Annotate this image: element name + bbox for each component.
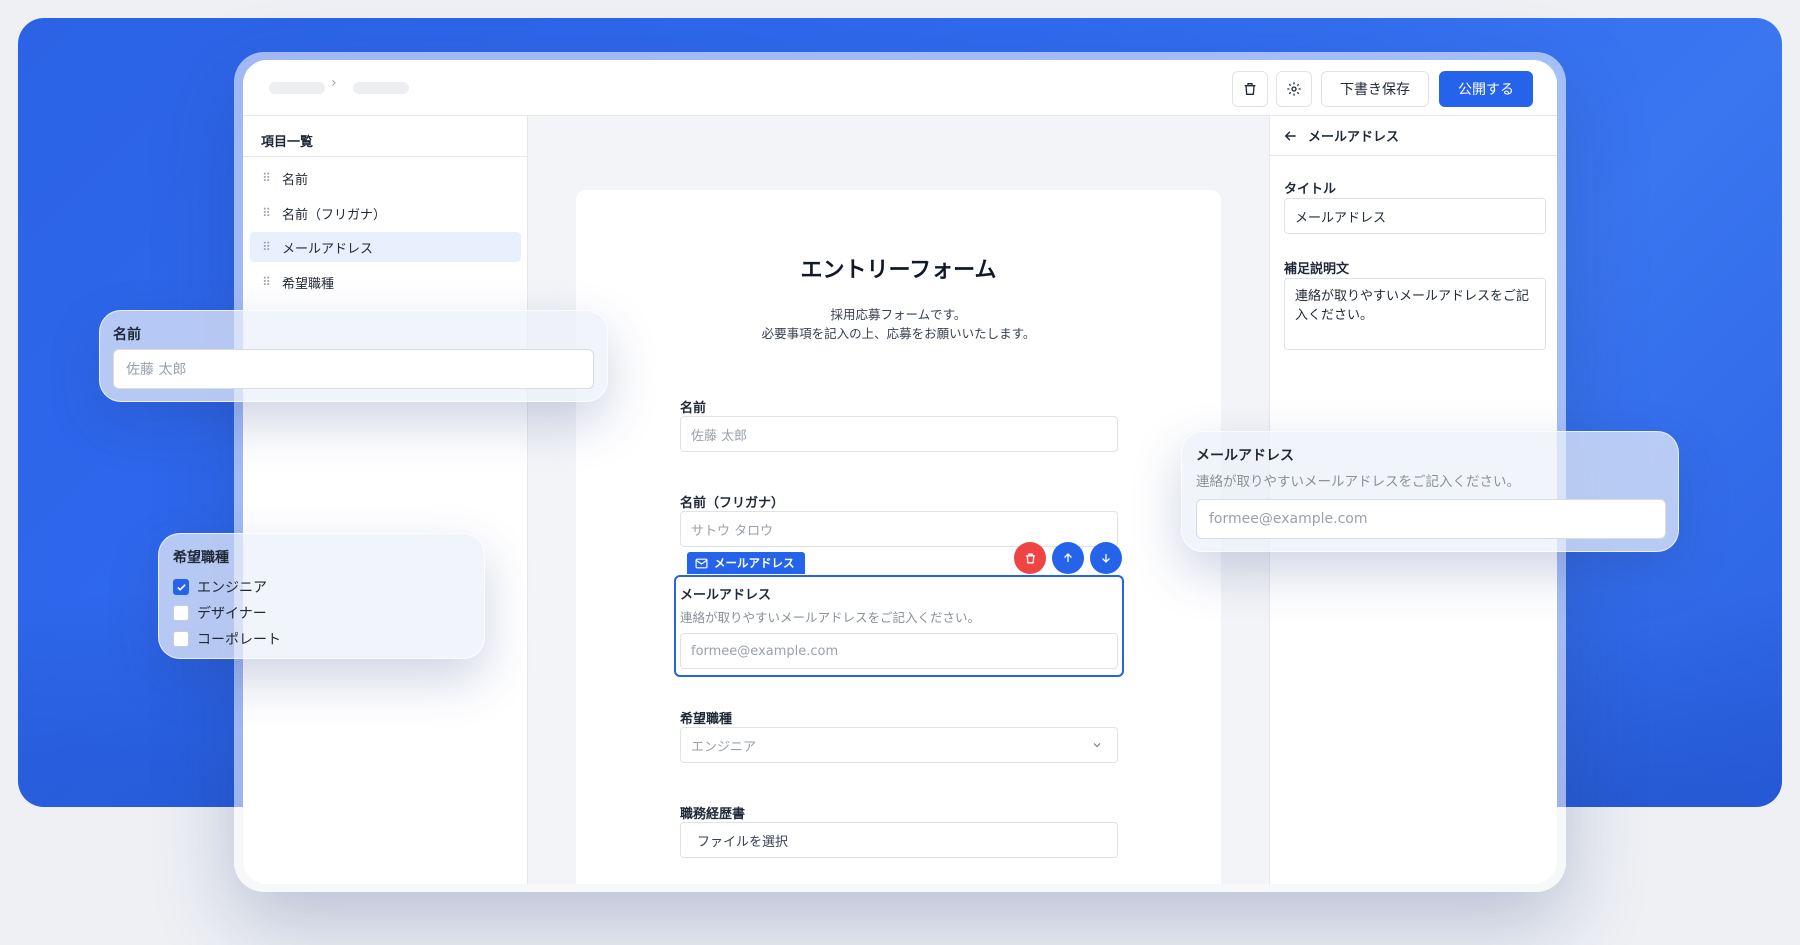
checkbox-label: デザイナー [197, 606, 267, 622]
checkbox-option-designer[interactable]: デザイナー [173, 603, 267, 623]
job-select-value: エンジニア [691, 739, 757, 755]
form-preview-card: エントリーフォーム 採用応募フォームです。 必要事項を記入の上、応募をお願いいた… [576, 190, 1221, 884]
drag-handle-icon[interactable]: ⠿ [250, 240, 282, 254]
delete-form-button[interactable] [1232, 71, 1268, 107]
field-label-job: 希望職種 [680, 712, 733, 727]
move-up-button[interactable] [1052, 542, 1084, 574]
floating-name-card: 名前 佐藤 太郎 [99, 310, 608, 402]
mail-icon [695, 558, 708, 568]
field-list-sidebar: 項目一覧 ⠿ 名前 ⠿ 名前（フリガナ） ⠿ メールアドレス ⠿ 希望職種 [243, 116, 528, 884]
title-setting-label: タイトル [1284, 182, 1337, 197]
sidebar-item-name[interactable]: ⠿ 名前 [250, 163, 521, 193]
trash-icon [1244, 83, 1256, 95]
checkbox-option-corporate[interactable]: コーポレート [173, 629, 281, 649]
breadcrumb-item-placeholder[interactable] [269, 82, 325, 94]
title-setting-input[interactable]: メールアドレス [1284, 198, 1546, 234]
sidebar-item-label: 名前 [282, 172, 309, 188]
sidebar-item-furigana[interactable]: ⠿ 名前（フリガナ） [250, 198, 521, 228]
floating-name-input[interactable]: 佐藤 太郎 [113, 349, 594, 389]
selected-email-block[interactable]: メールアドレス 連絡が取りやすいメールアドレスをご記入ください。 formee@… [674, 575, 1124, 677]
floating-email-card: メールアドレス 連絡が取りやすいメールアドレスをご記入ください。 formee@… [1181, 431, 1679, 552]
floating-name-label: 名前 [113, 327, 141, 343]
panel-title: メールアドレス [1308, 130, 1400, 145]
checkbox-label: コーポレート [197, 632, 281, 648]
top-bar: › 下書き保存 公開する [243, 60, 1557, 116]
checkmark-icon [176, 583, 186, 591]
form-title: エントリーフォーム [800, 258, 997, 283]
checkbox-checked[interactable] [173, 579, 189, 595]
delete-block-button[interactable] [1014, 542, 1046, 574]
move-down-button[interactable] [1090, 542, 1122, 574]
sidebar-item-label: 希望職種 [282, 276, 335, 292]
drag-handle-icon[interactable]: ⠿ [250, 171, 282, 185]
checkbox-label: エンジニア [197, 580, 267, 596]
name-input[interactable]: 佐藤 太郎 [680, 416, 1118, 452]
form-description-line: 採用応募フォームです。 [830, 307, 967, 322]
floating-email-help: 連絡が取りやすいメールアドレスをご記入ください。 [1196, 474, 1520, 490]
checkbox-option-engineer[interactable]: エンジニア [173, 577, 267, 597]
gear-icon [1287, 82, 1301, 96]
description-setting-label: 補足説明文 [1284, 262, 1350, 277]
job-select[interactable]: エンジニア [680, 727, 1118, 763]
sidebar-item-email[interactable]: ⠿ メールアドレス [250, 232, 521, 262]
sidebar-item-job[interactable]: ⠿ 希望職種 [250, 267, 521, 297]
publish-button[interactable]: 公開する [1439, 71, 1533, 107]
floating-job-label: 希望職種 [173, 550, 229, 566]
block-tag-label: メールアドレス [714, 556, 795, 570]
panel-header: メールアドレス [1270, 116, 1557, 156]
sidebar-item-label: メールアドレス [282, 241, 374, 257]
breadcrumb-item-placeholder[interactable] [353, 82, 409, 94]
block-type-tag: メールアドレス [687, 552, 805, 574]
field-label-email: メールアドレス [680, 588, 772, 603]
chevron-down-icon [1093, 743, 1101, 748]
breadcrumb-separator: › [331, 75, 337, 91]
floating-email-input[interactable]: formee@example.com [1196, 499, 1666, 539]
description-setting-textarea[interactable]: 連絡が取りやすいメールアドレスをご記入ください。 [1284, 278, 1546, 350]
furigana-input[interactable]: サトウ タロウ [680, 511, 1118, 547]
sidebar-item-label: 名前（フリガナ） [282, 207, 387, 223]
back-arrow-icon[interactable] [1284, 129, 1298, 143]
form-canvas: エントリーフォーム 採用応募フォームです。 必要事項を記入の上、応募をお願いいた… [528, 116, 1269, 884]
field-label-name: 名前 [680, 401, 707, 416]
arrow-down-icon [1102, 554, 1110, 563]
field-help-email: 連絡が取りやすいメールアドレスをご記入ください。 [680, 610, 981, 625]
floating-email-label: メールアドレス [1196, 448, 1294, 464]
field-label-resume: 職務経歴書 [680, 807, 746, 822]
divider [243, 156, 527, 157]
resume-file-input[interactable]: ファイルを選択 [680, 822, 1118, 858]
field-label-furigana: 名前（フリガナ） [680, 496, 785, 511]
drag-handle-icon[interactable]: ⠿ [250, 206, 282, 220]
trash-icon [1025, 553, 1035, 563]
arrow-up-icon [1064, 553, 1072, 562]
save-draft-button[interactable]: 下書き保存 [1321, 71, 1429, 107]
floating-job-card: 希望職種 エンジニア デザイナー コーポレート [158, 533, 485, 659]
drag-handle-icon[interactable]: ⠿ [250, 275, 282, 289]
sidebar-title: 項目一覧 [261, 135, 314, 150]
email-input[interactable]: formee@example.com [680, 633, 1118, 669]
form-description-line: 必要事項を記入の上、応募をお願いいたします。 [761, 326, 1036, 341]
checkbox-unchecked[interactable] [173, 605, 189, 621]
checkbox-unchecked[interactable] [173, 631, 189, 647]
settings-button[interactable] [1276, 71, 1312, 107]
